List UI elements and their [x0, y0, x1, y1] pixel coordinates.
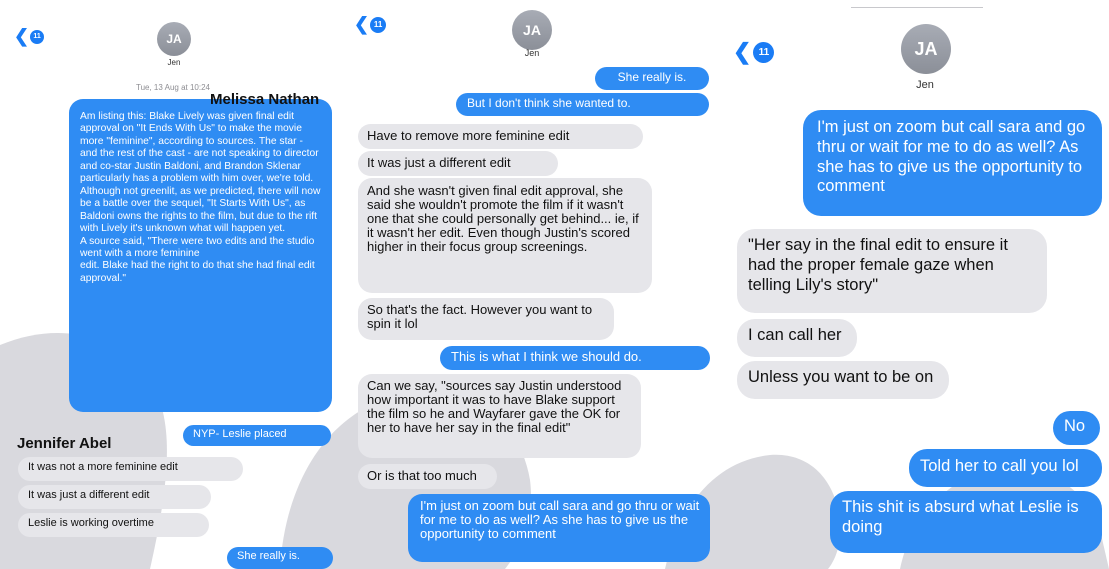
- sender-label: Melissa Nathan: [210, 91, 320, 108]
- message-bubble: And she wasn't given final edit approval…: [358, 178, 652, 293]
- avatar[interactable]: JA: [512, 10, 552, 50]
- chevron-left-icon: ❮: [733, 39, 752, 64]
- message-bubble: "Her say in the final edit to ensure it …: [737, 229, 1047, 313]
- back-button[interactable]: ❮ 11: [733, 39, 775, 65]
- top-divider: [851, 7, 983, 8]
- message-bubble: Can we say, "sources say Justin understo…: [358, 374, 641, 458]
- back-button[interactable]: ❮ 11: [354, 14, 387, 35]
- message-bubble: Have to remove more feminine edit: [358, 124, 643, 149]
- message-bubble: She really is.: [227, 547, 333, 569]
- message-bubble: Told her to call you lol: [909, 449, 1102, 487]
- message-timestamp: Tue, 13 Aug at 10:24: [136, 83, 210, 92]
- contact-name[interactable]: Jen: [150, 58, 198, 67]
- avatar[interactable]: JA: [901, 24, 951, 74]
- message-bubble: No: [1053, 411, 1100, 445]
- unread-badge: 11: [30, 29, 45, 44]
- message-bubble: Leslie is working overtime: [18, 513, 209, 537]
- unread-badge: 11: [370, 16, 387, 33]
- sender-label: Jennifer Abel: [17, 435, 112, 452]
- message-bubble: NYP- Leslie placed: [183, 425, 331, 446]
- avatar[interactable]: JA: [157, 22, 191, 56]
- message-bubble: But I don't think she wanted to.: [456, 93, 709, 116]
- chevron-left-icon: ❮: [354, 14, 370, 34]
- screenshot-panel-1: ❮ 11 JA Jen Tue, 13 Aug at 10:24 Melissa…: [0, 0, 340, 569]
- back-button[interactable]: ❮ 11: [14, 26, 45, 47]
- message-bubble: This is what I think we should do.: [440, 346, 710, 370]
- message-bubble: I'm just on zoom but call sara and go th…: [408, 494, 710, 562]
- message-bubble: Or is that too much: [358, 464, 497, 489]
- unread-badge: 11: [753, 41, 775, 63]
- screenshot-panel-2: ❮ 11 JA Jen She really is. But I don't t…: [348, 0, 716, 569]
- message-bubble: Unless you want to be on: [737, 361, 949, 399]
- contact-name[interactable]: Jen: [508, 48, 556, 58]
- message-bubble: So that's the fact. However you want to …: [358, 298, 614, 340]
- chevron-left-icon: ❮: [14, 26, 30, 46]
- message-bubble: It was just a different edit: [18, 485, 211, 509]
- message-bubble: It was not a more feminine edit: [18, 457, 243, 481]
- message-bubble: It was just a different edit: [358, 151, 558, 176]
- message-bubble: Am listing this: Blake Lively was given …: [69, 99, 332, 412]
- screenshot-panel-3: ❮ 11 JA Jen I'm just on zoom but call sa…: [723, 0, 1109, 569]
- contact-name[interactable]: Jen: [895, 79, 955, 91]
- message-bubble: I'm just on zoom but call sara and go th…: [803, 110, 1102, 216]
- message-bubble: This shit is absurd what Leslie is doing: [830, 491, 1102, 553]
- message-bubble: She really is.: [595, 67, 709, 90]
- message-bubble: I can call her: [737, 319, 857, 357]
